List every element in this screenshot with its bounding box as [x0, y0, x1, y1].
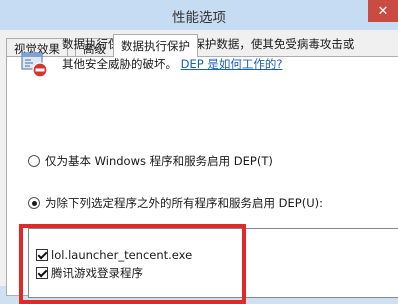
window-title: 性能选项 — [172, 10, 226, 26]
close-icon: ✕ — [377, 3, 389, 19]
option-essential-only[interactable]: 仅为基本 Windows 程序和服务启用 DEP(T) — [28, 153, 273, 169]
dep-description: 数据执行保护 (DEP) 帮助保护数据，使其免受病毒攻击或 其他安全威胁的破坏。… — [62, 34, 354, 74]
description-line-2: 其他安全威胁的破坏。 — [62, 57, 177, 71]
dep-help-link[interactable]: DEP 是如何工作的? — [181, 57, 283, 71]
title-bar: 性能选项 ✕ — [0, 0, 398, 30]
tab-dep[interactable]: 数据执行保护 — [113, 34, 198, 57]
option-essential-only-label: 仅为基本 Windows 程序和服务启用 DEP(T) — [45, 154, 273, 168]
radio-all-except[interactable] — [28, 197, 40, 209]
option-all-except[interactable]: 为除下列选定程序之外的所有程序和服务启用 DEP(U): — [28, 195, 323, 211]
close-button[interactable]: ✕ — [368, 0, 398, 22]
dep-chip-icon — [21, 52, 48, 78]
option-all-except-label: 为除下列选定程序之外的所有程序和服务启用 DEP(U): — [45, 196, 323, 210]
description-line-1: 数据执行保护 (DEP) 帮助保护数据，使其免受病毒攻击或 — [62, 37, 355, 51]
red-highlight-box — [19, 224, 246, 304]
radio-essential-only[interactable] — [28, 155, 40, 167]
